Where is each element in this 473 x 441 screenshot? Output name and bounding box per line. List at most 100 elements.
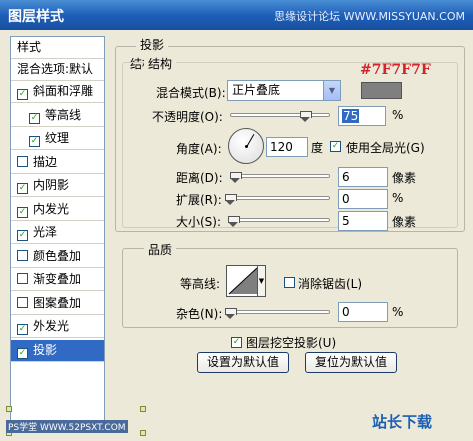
style-item-checkbox[interactable] [17, 273, 28, 284]
style-item[interactable]: ✓ 斜面和浮雕 [11, 81, 104, 103]
anti-alias-checkbox[interactable] [284, 277, 295, 288]
opacity-slider-thumb[interactable] [300, 111, 312, 123]
style-item-checkbox[interactable]: ✓ [17, 324, 28, 335]
spread-unit: % [392, 191, 404, 205]
style-item[interactable]: ✓ 外发光 [11, 316, 104, 338]
global-light-label: 使用全局光(G) [346, 141, 425, 155]
size-label: 大小(S): [176, 215, 222, 229]
style-item[interactable]: ✓ 内发光 [11, 199, 104, 221]
make-default-button[interactable]: 设置为默认值 [197, 352, 289, 373]
angle-dial[interactable] [228, 128, 264, 164]
size-slider-track[interactable] [230, 218, 330, 222]
opacity-slider-track[interactable] [230, 113, 330, 117]
style-item-label: 投影 [33, 342, 58, 357]
noise-slider-track[interactable] [230, 310, 330, 314]
style-item-checkbox[interactable] [17, 155, 28, 167]
styles-list: 样式 混合选项:默认 ✓ 斜面和浮雕 ✓ 等高线 ✓ 纹理描边 ✓ 内阴影 ✓ 内发光 ✓ 光泽 颜色叠… [10, 36, 105, 430]
spread-label: 扩展(R): [176, 193, 222, 207]
chevron-down-icon: ▼ [257, 265, 266, 297]
style-item[interactable]: ✓ 纹理 [11, 128, 104, 150]
size-unit: 像素 [392, 215, 417, 229]
style-item[interactable]: 图案叠加 [11, 293, 104, 315]
chevron-down-icon: ▼ [323, 81, 340, 100]
knockout-checkbox[interactable]: ✓ [231, 337, 242, 348]
style-item-checkbox[interactable]: ✓ [17, 183, 28, 194]
style-item-checkbox[interactable]: ✓ [29, 112, 40, 124]
corner-marker [140, 430, 146, 436]
style-item-checkbox[interactable] [17, 296, 28, 308]
structure-title-overlay: 结构 [144, 55, 177, 72]
style-item-label: 渐变叠加 [33, 272, 82, 286]
style-item-label: 内发光 [33, 201, 70, 216]
blend-options-item[interactable]: 混合选项:默认 [11, 59, 104, 81]
quality-group [122, 248, 458, 328]
style-item-checkbox[interactable] [17, 249, 28, 261]
spread-input[interactable]: 0 [338, 189, 388, 209]
style-item-label: 图案叠加 [33, 295, 82, 310]
contour-label: 等高线: [180, 277, 221, 291]
blend-mode-select[interactable]: 正片叠底 ▼ [227, 80, 341, 101]
size-value: 5 [342, 214, 350, 228]
opacity-input[interactable]: 75 [338, 106, 386, 126]
size-slider-thumb[interactable] [228, 216, 240, 228]
distance-value: 6 [342, 170, 350, 184]
style-item-checkbox[interactable]: ✓ [17, 206, 28, 218]
blend-mode-label: 混合模式(B): [156, 86, 226, 100]
noise-label: 杂色(N): [176, 307, 223, 321]
styles-header[interactable]: 样式 [11, 37, 104, 59]
style-item-checkbox[interactable]: ✓ [29, 136, 40, 147]
style-item[interactable]: ✓ 等高线 [11, 105, 104, 127]
title-bar: 图层样式 思缘设计论坛 WWW.MISSYUAN.COM [0, 0, 473, 30]
bottom-right-watermark: 站长下载 [372, 413, 433, 431]
distance-unit: 像素 [392, 171, 417, 185]
style-item-checkbox[interactable]: ✓ [17, 89, 28, 100]
distance-slider-track[interactable] [230, 174, 330, 178]
color-hex-annotation: #7F7F7F [360, 62, 431, 78]
style-item-checkbox[interactable]: ✓ [17, 347, 28, 359]
style-item-checkbox[interactable]: ✓ [17, 230, 28, 241]
spread-value: 0 [342, 192, 350, 206]
spread-slider-track[interactable] [230, 196, 330, 200]
bottom-left-watermark: PS学堂 WWW.52PSXT.COM [6, 420, 128, 433]
quality-title: 品质 [144, 241, 177, 258]
style-item[interactable]: ✓ 投影 [11, 339, 104, 362]
noise-value: 0 [342, 305, 350, 319]
distance-input[interactable]: 6 [338, 167, 388, 187]
knockout-label: 图层挖空投影(U) [246, 336, 337, 350]
spread-slider-thumb[interactable] [225, 194, 237, 206]
style-item-label: 内阴影 [33, 178, 70, 192]
distance-slider-thumb[interactable] [230, 172, 242, 184]
blend-mode-value: 正片叠底 [232, 83, 281, 97]
style-item[interactable]: 描边 [11, 152, 104, 174]
contour-preview-icon [228, 267, 258, 295]
style-item[interactable]: 颜色叠加 [11, 246, 104, 268]
style-item[interactable]: ✓ 内阴影 [11, 175, 104, 197]
angle-label: 角度(A): [176, 142, 222, 156]
angle-unit: 度 [311, 141, 324, 155]
angle-dial-center [245, 145, 248, 148]
style-item-label: 等高线 [45, 107, 82, 122]
global-light-checkbox[interactable]: ✓ [330, 141, 341, 152]
contour-picker[interactable]: ▼ [226, 265, 266, 297]
style-item[interactable]: 渐变叠加 [11, 269, 104, 291]
corner-marker [6, 406, 12, 412]
noise-input[interactable]: 0 [338, 302, 388, 322]
opacity-value: 75 [342, 109, 360, 123]
size-input[interactable]: 5 [338, 211, 388, 231]
style-item-label: 纹理 [45, 131, 70, 145]
style-item-label: 斜面和浮雕 [33, 84, 94, 98]
noise-unit: % [392, 305, 404, 319]
opacity-label: 不透明度(O): [152, 110, 223, 124]
style-item-label: 描边 [33, 154, 58, 169]
styles-header-label: 样式 [17, 40, 42, 54]
shadow-color-swatch[interactable] [361, 82, 402, 99]
opacity-unit: % [392, 108, 404, 122]
style-item-label: 外发光 [33, 319, 70, 333]
style-item[interactable]: ✓ 光泽 [11, 222, 104, 244]
corner-marker [140, 406, 146, 412]
noise-slider-thumb[interactable] [225, 308, 237, 320]
window-title: 图层样式 [8, 9, 64, 25]
angle-input[interactable]: 120 [266, 137, 308, 157]
reset-default-button[interactable]: 复位为默认值 [305, 352, 397, 373]
anti-alias-label: 消除锯齿(L) [298, 277, 363, 291]
